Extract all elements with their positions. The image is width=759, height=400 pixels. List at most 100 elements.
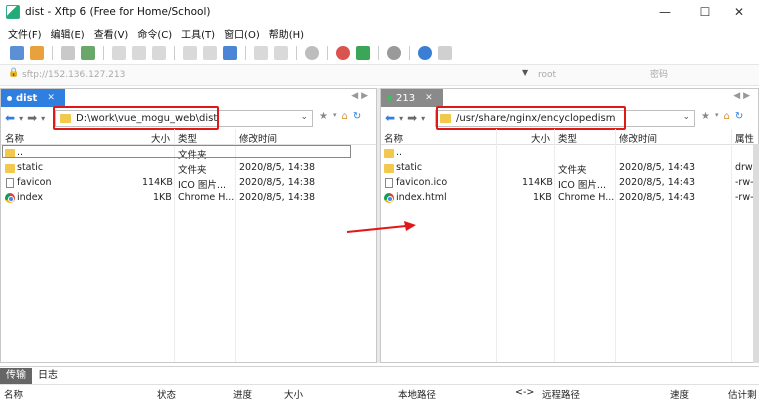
table-row[interactable]: static 文件夹 2020/8/5, 14:38 (1, 161, 376, 176)
terminal-icon[interactable] (112, 46, 126, 60)
gear-icon[interactable] (387, 46, 401, 60)
globe-icon[interactable] (305, 46, 319, 60)
folder-icon (384, 149, 394, 158)
back-arrow-icon[interactable]: ⬅ (5, 111, 15, 125)
disconnect-icon[interactable] (61, 46, 75, 60)
tab-remote-213[interactable]: 213 ✕ (381, 89, 443, 107)
menu-window[interactable]: 窗口(O) (224, 26, 260, 41)
more-icon[interactable] (438, 46, 452, 60)
col-size[interactable]: 大小 (284, 387, 303, 400)
sync-icon[interactable] (223, 46, 237, 60)
path-tools: ★ ▾ ⌂ ↻ (701, 111, 743, 122)
new-folder-icon[interactable] (81, 46, 95, 60)
close-button[interactable]: ✕ (719, 0, 759, 24)
host-dropdown-icon[interactable]: ▼ (522, 68, 528, 77)
file-name: static (396, 162, 423, 173)
open-folder-icon[interactable] (30, 46, 44, 60)
minimize-button[interactable]: — (645, 0, 685, 24)
col-type[interactable]: 类型 (178, 131, 197, 145)
file-icon (385, 178, 393, 188)
tab-log[interactable]: 日志 (32, 368, 64, 384)
back-arrow-icon[interactable]: ⬅ (385, 111, 395, 125)
menu-view[interactable]: 查看(V) (94, 26, 129, 41)
tab-status-dot (7, 95, 12, 101)
back-dropdown-icon[interactable]: ▾ (399, 114, 403, 123)
vertical-scrollbar[interactable] (753, 144, 759, 363)
toolbar-separator (409, 46, 410, 60)
col-attributes[interactable]: 属性 (735, 131, 754, 145)
file-modified: 2020/8/5, 14:43 (619, 177, 696, 188)
table-row[interactable]: favicon.ico 114KB ICO 图片... 2020/8/5, 14… (381, 176, 758, 191)
col-progress[interactable]: 进度 (233, 387, 252, 400)
col-local-path[interactable]: 本地路径 (398, 387, 436, 400)
toolbar-separator (245, 46, 246, 60)
menu-help[interactable]: 帮助(H) (269, 26, 304, 41)
table-row[interactable]: favicon 114KB ICO 图片... 2020/8/5, 14:38 (1, 176, 376, 191)
col-size[interactable]: 大小 (151, 131, 170, 145)
download-icon[interactable] (203, 46, 217, 60)
help-icon[interactable] (418, 46, 432, 60)
properties-icon[interactable] (254, 46, 268, 60)
tab-nav-arrows[interactable]: ◀ ▶ (351, 91, 368, 101)
menu-tools[interactable]: 工具(T) (181, 26, 215, 41)
col-direction[interactable]: <-> (515, 387, 534, 398)
refresh-icon[interactable]: ↻ (735, 111, 743, 122)
menu-command[interactable]: 命令(C) (137, 26, 172, 41)
file-name: static (17, 162, 44, 173)
xftp-icon[interactable] (356, 46, 370, 60)
col-modified[interactable]: 修改时间 (239, 131, 277, 145)
tab-close-icon[interactable]: ✕ (425, 93, 433, 103)
transfer-arrow-annotation (346, 221, 416, 233)
connected-status-dot (387, 95, 392, 101)
password-input[interactable]: 密码 (650, 68, 750, 83)
xftp-logo-icon (6, 5, 20, 19)
col-name[interactable]: 名称 (4, 387, 23, 400)
table-row[interactable]: static 文件夹 2020/8/5, 14:43 drwxr (381, 161, 758, 176)
forward-arrow-icon[interactable]: ➡ (407, 111, 417, 125)
path-dropdown-icon[interactable]: ⌄ (682, 112, 690, 122)
transfer-column-header: 名称 状态 进度 大小 本地路径 <-> 远程路径 速度 估计剩 (0, 384, 759, 400)
col-name[interactable]: 名称 (5, 131, 24, 145)
path-dropdown-icon[interactable]: ⌄ (300, 112, 308, 122)
tab-close-icon[interactable]: ✕ (47, 93, 55, 103)
col-remote-path[interactable]: 远程路径 (542, 387, 580, 400)
delete-icon[interactable] (274, 46, 288, 60)
tab-local-dist[interactable]: dist ✕ (1, 89, 65, 107)
tab-transfer[interactable]: 传输 (0, 367, 32, 384)
bookmark-dropdown-icon[interactable]: ▾ (333, 111, 337, 122)
xshell-icon[interactable] (336, 46, 350, 60)
home-folder-icon[interactable]: ⌂ (723, 111, 729, 122)
back-dropdown-icon[interactable]: ▾ (19, 114, 23, 123)
path-tools: ★ ▾ ⌂ ↻ (319, 111, 361, 122)
bookmark-star-icon[interactable]: ★ (319, 111, 328, 122)
forward-arrow-icon[interactable]: ➡ (27, 111, 37, 125)
col-type[interactable]: 类型 (558, 131, 577, 145)
home-folder-icon[interactable]: ⌂ (341, 111, 347, 122)
table-row[interactable]: index.html 1KB Chrome H... 2020/8/5, 14:… (381, 191, 758, 206)
col-eta[interactable]: 估计剩 (728, 387, 757, 400)
copy-icon[interactable] (132, 46, 146, 60)
refresh-icon[interactable]: ↻ (353, 111, 361, 122)
col-name[interactable]: 名称 (384, 131, 403, 145)
upload-icon[interactable] (183, 46, 197, 60)
new-session-icon[interactable] (10, 46, 24, 60)
file-size: 114KB (522, 177, 553, 188)
file-size: 114KB (142, 177, 173, 188)
col-modified[interactable]: 修改时间 (619, 131, 657, 145)
table-row[interactable]: .. (381, 146, 758, 161)
paste-icon[interactable] (152, 46, 166, 60)
menu-edit[interactable]: 编辑(E) (51, 26, 85, 41)
tab-nav-arrows[interactable]: ◀ ▶ (733, 91, 750, 101)
col-speed[interactable]: 速度 (670, 387, 689, 400)
username-input[interactable]: root (538, 68, 638, 83)
bookmark-star-icon[interactable]: ★ (701, 111, 710, 122)
host-input[interactable]: sftp://152.136.127.213 (8, 68, 535, 83)
forward-dropdown-icon[interactable]: ▾ (421, 114, 425, 123)
menu-file[interactable]: 文件(F) (8, 26, 42, 41)
selection-outline (2, 145, 351, 158)
bookmark-dropdown-icon[interactable]: ▾ (715, 111, 719, 122)
col-status[interactable]: 状态 (157, 387, 176, 400)
col-size[interactable]: 大小 (531, 131, 550, 145)
forward-dropdown-icon[interactable]: ▾ (41, 114, 45, 123)
table-row[interactable]: index 1KB Chrome H... 2020/8/5, 14:38 (1, 191, 376, 206)
